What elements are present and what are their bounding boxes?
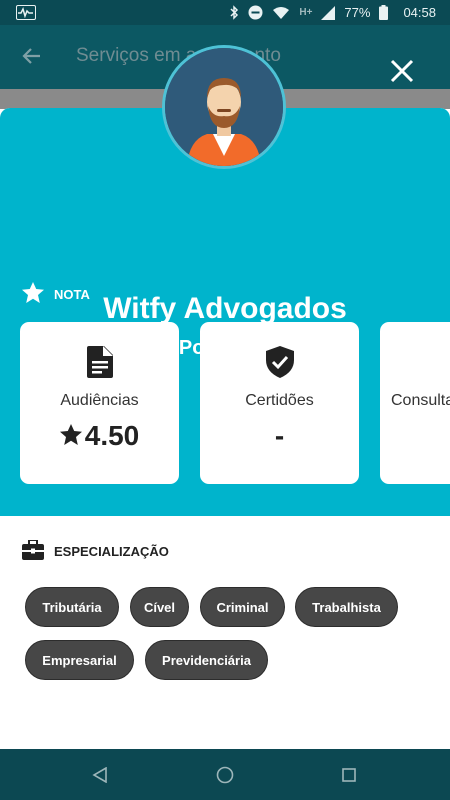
activity-icon [16,5,36,20]
network-type: H+ [299,7,313,18]
battery-percent: 77% [344,5,371,20]
rating-heading-text: NOTA [54,286,90,302]
provider-profile-modal: Witfy Advogados Porto Alegre NOTA Audiên… [0,108,450,748]
specialization-chip[interactable]: Tributária [25,587,119,627]
specialization-chip[interactable]: Criminal [200,587,285,627]
rating-section-heading: NOTA [22,282,90,306]
recents-icon[interactable] [336,762,362,788]
rating-card-label: Certidões [245,392,314,409]
specialization-chip[interactable]: Trabalhista [295,587,398,627]
rating-cards: Audiências 4.50 Certidões - Consultas [20,322,450,484]
bluetooth-icon [229,5,239,20]
star-icon [59,420,82,452]
provider-avatar [162,45,286,169]
battery-icon [379,5,389,20]
rating-card-label: Audiências [60,392,139,409]
wifi-icon [272,6,290,20]
close-icon[interactable] [383,52,421,90]
clock: 04:58 [403,5,436,20]
rating-card-value: - [274,420,285,451]
specialization-chip[interactable]: Cível [130,587,189,627]
do-not-disturb-icon [248,5,263,20]
signal-icon [321,5,336,20]
shield-check-icon [200,346,359,378]
rating-card-value: 4.50 [20,420,179,452]
specialization-section-heading: ESPECIALIZAÇÃO [22,539,169,563]
status-bar: H+ 77% 04:58 [0,0,450,25]
rating-card-consultas: Consultas [380,322,450,484]
specialization-chip[interactable]: Empresarial [25,640,134,680]
rating-card-label: Consultas [391,392,450,409]
rating-card-audiencias: Audiências 4.50 [20,322,179,484]
back-arrow-icon[interactable] [18,42,46,70]
back-icon[interactable] [87,762,113,788]
rating-card-certidoes: Certidões - [200,322,359,484]
specialization-heading-text: ESPECIALIZAÇÃO [54,544,169,559]
star-icon [22,282,44,306]
system-navigation-bar [0,749,450,800]
document-icon [20,346,179,378]
specialization-chip[interactable]: Previdenciária [145,640,268,680]
home-button-icon[interactable] [212,762,238,788]
briefcase-icon [22,539,44,563]
